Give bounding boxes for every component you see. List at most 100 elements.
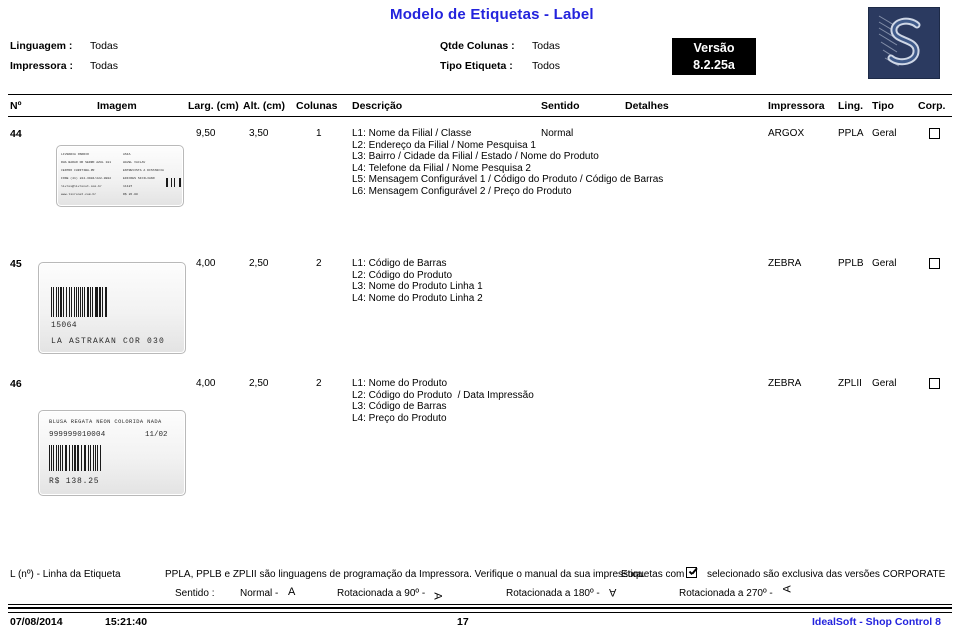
cell-descricao: L1: Nome do Produto L2: Código do Produto… [352, 378, 534, 424]
version-number: 8.2.25a [693, 58, 735, 72]
preview-code: 15064 [51, 321, 78, 330]
footer-note: PPLA, PPLB e ZPLII são linguagens de pro… [165, 569, 646, 580]
column-header-ling: Ling. [838, 100, 864, 112]
cell-ling: PPLB [838, 258, 864, 269]
page-title: Modelo de Etiquetas - Label [390, 6, 594, 23]
barcode-icon [49, 445, 101, 471]
param-impressora-value: Todas [90, 60, 119, 72]
preview-line: ASIA [123, 152, 131, 156]
corporate-checkbox-icon [686, 567, 697, 578]
preview-line: R$ 26.00 [123, 192, 138, 196]
param-linguagem: Linguagem : Todas [10, 40, 118, 60]
preview-line: livros@livronet.com.br [61, 184, 102, 188]
version-caption: Versão [693, 41, 735, 55]
cell-altura: 3,50 [249, 128, 269, 139]
cell-altura: 2,50 [249, 258, 269, 269]
param-qtde-colunas: Qtde Colunas : Todas [440, 40, 560, 60]
footer-sentido-label: Sentido : [175, 588, 215, 599]
cell-impressora: ZEBRA [768, 378, 802, 389]
preview-line: 11187 [123, 184, 133, 188]
orientation-glyph-normal: A [288, 586, 296, 598]
column-header-impressora: Impressora [768, 100, 825, 112]
label-preview-image: BLUSA REGATA NEON COLORIDA NADA 99999901… [38, 410, 186, 496]
cell-descricao: L1: Código de Barras L2: Código do Produt… [352, 258, 483, 304]
cell-colunas: 2 [316, 378, 322, 389]
footer-time: 15:21:40 [105, 616, 148, 628]
orientation-glyph-270: A [781, 585, 794, 593]
column-header-altura: Alt. (cm) [243, 100, 285, 112]
param-linguagem-value: Todas [90, 40, 119, 52]
column-header-colunas: Colunas [296, 100, 338, 112]
cell-colunas: 2 [316, 258, 322, 269]
cell-impressora: ARGOX [768, 128, 805, 139]
preview-code: 999999010004 [49, 431, 106, 439]
cell-largura: 4,00 [196, 258, 216, 269]
preview-line: FONE (41) 224-3904/222-0802 [61, 176, 112, 180]
footer-brand: IdealSoft - Shop Control 8 [812, 616, 941, 628]
params-right-group: Qtde Colunas : Todas Tipo Etiqueta : Tod… [440, 40, 560, 80]
params-left-group: Linguagem : Todas Impressora : Todas [10, 40, 118, 80]
footer-rule-top [8, 604, 952, 605]
column-header-sentido: Sentido [541, 100, 580, 112]
barcode-icon [161, 178, 181, 187]
cell-tipo: Geral [872, 378, 897, 389]
barcode-icon [51, 287, 109, 317]
preview-line: EDICOES SICILIANO [123, 176, 155, 180]
column-header-numero: Nº [10, 100, 22, 112]
param-impressora-label: Impressora : [10, 60, 74, 72]
footer-rule-bottom [8, 612, 952, 613]
preview-line: RUA BARAO DO SERRO AZUL 181 [61, 160, 112, 164]
preview-name: BLUSA REGATA NEON COLORIDA NADA [49, 419, 162, 425]
preview-name: LA ASTRAKAN COR 030 [51, 337, 166, 346]
param-impressora: Impressora : Todas [10, 60, 118, 80]
cell-colunas: 1 [316, 128, 322, 139]
footer-corporate-suffix: selecionado são exclusiva das versões CO… [707, 569, 946, 580]
cell-numero: 45 [10, 258, 22, 270]
param-tipo-etiqueta-label: Tipo Etiqueta : [440, 60, 513, 72]
preview-line: ENTREVISTA A DISTANCIA [123, 168, 164, 172]
cell-tipo: Geral [872, 258, 897, 269]
orientation-glyph-90: A [431, 592, 444, 600]
preview-line: HAVEL VACLAV [123, 160, 146, 164]
param-linguagem-label: Linguagem : [10, 40, 73, 52]
param-qtde-colunas-value: Todas [532, 40, 561, 52]
cell-corp-checkbox[interactable] [929, 128, 940, 139]
cell-sentido: Normal [541, 128, 574, 139]
param-qtde-colunas-label: Qtde Colunas : [440, 40, 515, 52]
footer-date: 07/08/2014 [10, 616, 63, 628]
cell-ling: PPLA [838, 128, 864, 139]
table-rule-top [8, 94, 952, 95]
table-rule-bottom [8, 116, 952, 117]
cell-corp-checkbox[interactable] [929, 378, 940, 389]
column-header-detalhes: Detalhes [625, 100, 669, 112]
orientation-label-270: Rotacionada a 270º - [679, 588, 773, 599]
label-preview-image: LIVRARIA OSORIO RUA BARAO DO SERRO AZUL … [56, 145, 184, 207]
column-header-imagem: Imagem [97, 100, 137, 112]
param-tipo-etiqueta-value: Todos [532, 60, 561, 72]
cell-corp-checkbox[interactable] [929, 258, 940, 269]
cell-impressora: ZEBRA [768, 258, 802, 269]
footer-corporate-prefix: Etiquetas com [621, 569, 685, 580]
cell-altura: 2,50 [249, 378, 269, 389]
column-header-tipo: Tipo [872, 100, 894, 112]
cell-numero: 44 [10, 128, 22, 140]
label-preview-image: 15064 LA ASTRAKAN COR 030 [38, 262, 186, 354]
orientation-label-180: Rotacionada a 180º - [506, 588, 600, 599]
version-badge: Versão 8.2.25a [672, 38, 756, 75]
column-header-corp: Corp. [918, 100, 946, 112]
footer-legend: L (nº) - Linha da Etiqueta [10, 569, 121, 580]
column-header-descricao: Descrição [352, 100, 403, 112]
cell-ling: ZPLII [838, 378, 862, 389]
preview-line: LIVRARIA OSORIO [61, 152, 89, 156]
preview-date: 11/02 [145, 431, 168, 439]
footer-page-number: 17 [457, 616, 469, 628]
preview-price: R$ 138.25 [49, 477, 100, 486]
preview-line: www.livronet.com.br [61, 192, 97, 196]
orientation-label-90: Rotacionada a 90º - [337, 588, 426, 599]
param-tipo-etiqueta: Tipo Etiqueta : Todos [440, 60, 560, 80]
orientation-glyph-180: A [609, 586, 617, 598]
cell-tipo: Geral [872, 128, 897, 139]
orientation-label-normal: Normal - [240, 588, 279, 599]
cell-largura: 4,00 [196, 378, 216, 389]
idealsoft-logo [868, 7, 940, 79]
